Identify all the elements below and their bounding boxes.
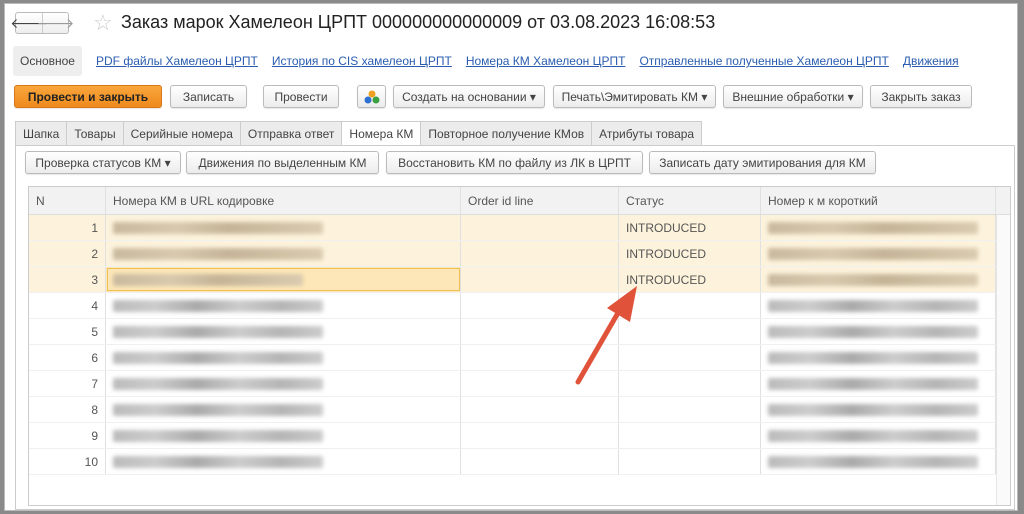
annotation-arrow-icon xyxy=(575,286,637,385)
